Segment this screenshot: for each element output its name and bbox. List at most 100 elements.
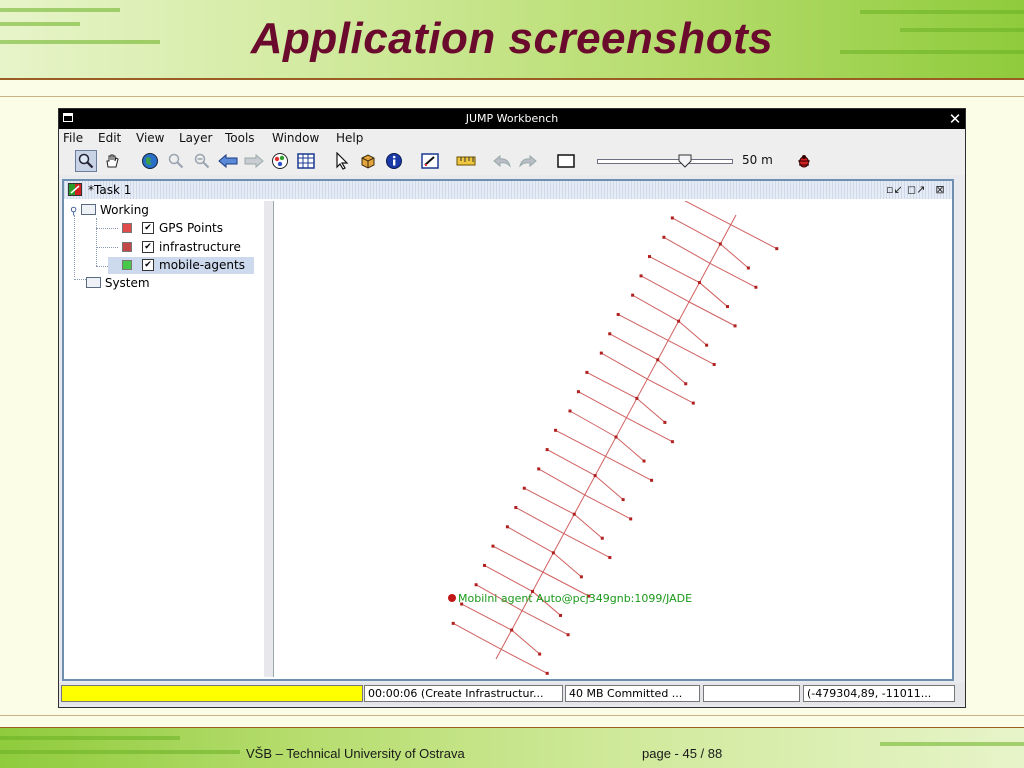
mobile-agent-marker[interactable]: [448, 594, 456, 602]
tree-layer-gps-points[interactable]: ✔ GPS Points: [106, 220, 256, 237]
window-close-button[interactable]: ✕: [945, 109, 965, 129]
pan-hand-icon[interactable]: [101, 150, 123, 172]
gps-point[interactable]: [537, 467, 541, 471]
gps-point[interactable]: [545, 671, 549, 675]
gps-point[interactable]: [662, 235, 666, 239]
gps-point[interactable]: [642, 459, 646, 463]
tree-layer-infrastructure[interactable]: ✔ infrastructure: [106, 239, 256, 256]
gps-point[interactable]: [572, 512, 576, 516]
gps-point[interactable]: [510, 628, 514, 632]
zoom-extent-globe-icon[interactable]: [139, 150, 161, 172]
gps-point[interactable]: [608, 332, 612, 336]
tree-splitter[interactable]: [264, 201, 274, 677]
undo-icon[interactable]: [491, 150, 513, 172]
close-task-icon[interactable]: ⊠: [932, 182, 948, 197]
gps-point[interactable]: [691, 401, 695, 405]
menu-edit[interactable]: Edit: [98, 131, 121, 145]
layer-visibility-checkbox[interactable]: ✔: [142, 241, 154, 253]
measure-ruler-icon[interactable]: [455, 150, 477, 172]
window-titlebar[interactable]: JUMP Workbench ✕: [59, 109, 965, 129]
frame-icon[interactable]: [555, 150, 577, 172]
gps-point[interactable]: [514, 506, 518, 510]
tree-node-working[interactable]: ⚲ Working: [70, 202, 149, 219]
gps-point[interactable]: [631, 293, 635, 297]
gps-point[interactable]: [579, 575, 583, 579]
gps-point[interactable]: [522, 486, 526, 490]
menu-window[interactable]: Window: [272, 131, 319, 145]
gps-point[interactable]: [647, 255, 651, 259]
gps-point[interactable]: [670, 216, 674, 220]
gps-point[interactable]: [775, 247, 779, 251]
gps-point[interactable]: [697, 281, 701, 285]
gps-point[interactable]: [568, 409, 572, 413]
gps-point[interactable]: [545, 448, 549, 452]
gps-point[interactable]: [491, 544, 495, 548]
gps-point[interactable]: [593, 474, 597, 478]
expand-toggle-icon[interactable]: ⚲: [70, 206, 77, 217]
gps-point[interactable]: [474, 583, 478, 587]
gps-point[interactable]: [505, 525, 509, 529]
gps-point[interactable]: [663, 420, 667, 424]
gps-point[interactable]: [566, 633, 570, 637]
gps-point[interactable]: [650, 478, 654, 482]
select-arrow-icon[interactable]: [331, 150, 353, 172]
previous-view-icon[interactable]: [217, 150, 239, 172]
bug-icon[interactable]: [793, 150, 815, 172]
menu-tools[interactable]: Tools: [225, 131, 255, 145]
gps-point[interactable]: [629, 517, 633, 521]
gps-point[interactable]: [614, 435, 618, 439]
gps-point[interactable]: [639, 274, 643, 278]
zoom-slider-track[interactable]: [597, 159, 733, 164]
edit-icon[interactable]: [419, 150, 441, 172]
maximize-icon[interactable]: ◻↗: [907, 182, 925, 197]
iconify-icon[interactable]: ▫↙: [886, 182, 903, 197]
gps-point[interactable]: [538, 652, 542, 656]
tree-node-system[interactable]: System: [86, 275, 150, 292]
gps-point[interactable]: [616, 312, 620, 316]
gps-point[interactable]: [746, 266, 750, 270]
gps-point[interactable]: [608, 556, 612, 560]
gps-point[interactable]: [712, 362, 716, 366]
gps-point[interactable]: [559, 613, 563, 617]
gps-point[interactable]: [554, 428, 558, 432]
info-icon[interactable]: [383, 150, 405, 172]
attribute-table-icon[interactable]: [295, 150, 317, 172]
branch-line: [461, 603, 512, 631]
gps-point[interactable]: [621, 498, 625, 502]
zoom-out-icon[interactable]: [191, 150, 213, 172]
gps-point[interactable]: [599, 351, 603, 355]
feature-box-icon[interactable]: [357, 150, 379, 172]
gps-point[interactable]: [483, 563, 487, 567]
zoom-icon[interactable]: [75, 150, 97, 172]
menu-help[interactable]: Help: [336, 131, 363, 145]
layer-visibility-checkbox[interactable]: ✔: [142, 222, 154, 234]
zoom-slider-thumb[interactable]: [678, 154, 692, 168]
gps-point[interactable]: [705, 343, 709, 347]
gps-point[interactable]: [725, 305, 729, 309]
gps-point[interactable]: [684, 382, 688, 386]
layer-visibility-checkbox[interactable]: ✔: [142, 259, 154, 271]
gps-point[interactable]: [656, 358, 660, 362]
map-canvas[interactable]: Mobilni agent Auto@pcj349gnb:1099/JADE: [276, 201, 952, 677]
gps-point[interactable]: [576, 390, 580, 394]
next-view-icon[interactable]: [243, 150, 265, 172]
gps-point[interactable]: [600, 536, 604, 540]
gps-point[interactable]: [718, 242, 722, 246]
zoom-in-icon[interactable]: [165, 150, 187, 172]
menu-layer[interactable]: Layer: [179, 131, 212, 145]
gps-point[interactable]: [677, 319, 681, 323]
menu-view[interactable]: View: [136, 131, 164, 145]
gps-point[interactable]: [670, 440, 674, 444]
gps-point[interactable]: [733, 324, 737, 328]
map-svg[interactable]: Mobilni agent Auto@pcj349gnb:1099/JADE: [276, 201, 952, 677]
gps-point[interactable]: [551, 551, 555, 555]
task-titlebar[interactable]: *Task 1 ▫↙ ◻↗ ⊠: [64, 181, 952, 199]
layer-palette-icon[interactable]: [269, 150, 291, 172]
gps-point[interactable]: [635, 396, 639, 400]
gps-point[interactable]: [754, 285, 758, 289]
gps-point[interactable]: [451, 621, 455, 625]
gps-point[interactable]: [585, 370, 589, 374]
redo-icon[interactable]: [517, 150, 539, 172]
menu-file[interactable]: File: [63, 131, 83, 145]
tree-layer-mobile-agents[interactable]: ✔ mobile-agents: [108, 257, 254, 274]
